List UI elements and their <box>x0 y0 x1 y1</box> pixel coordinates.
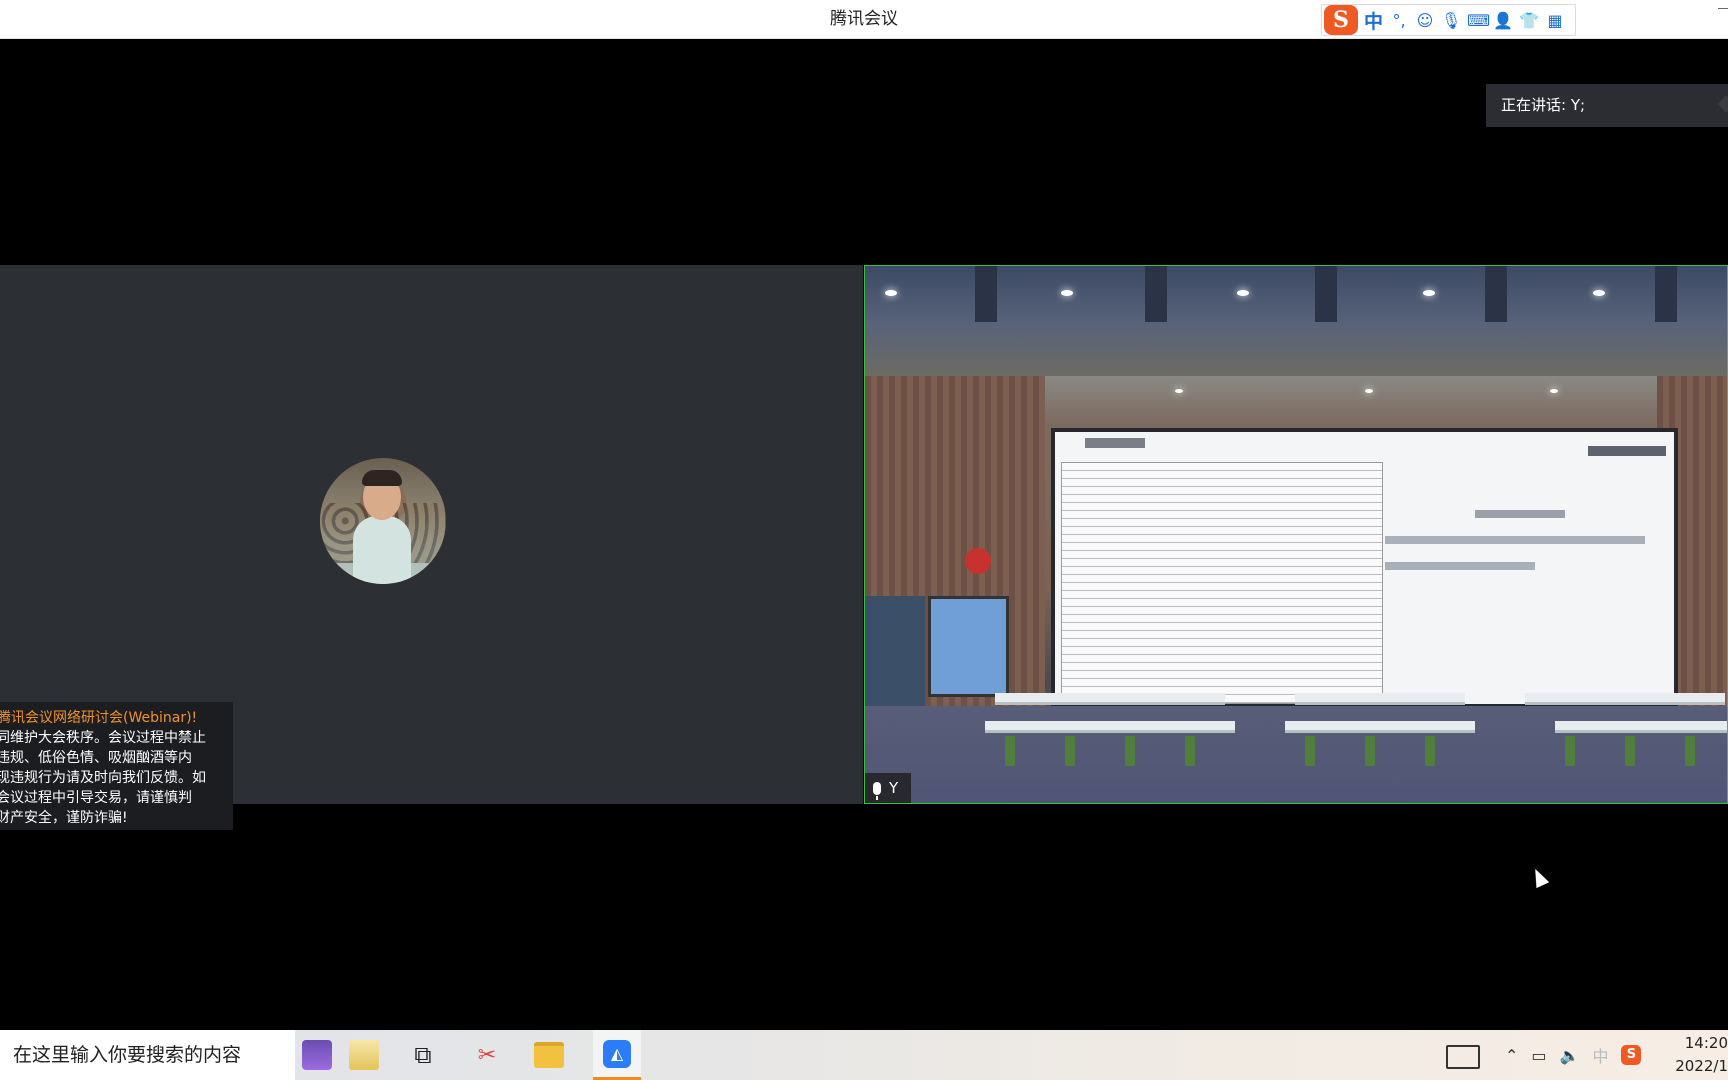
keyboard-icon[interactable]: ⌨ <box>1467 11 1490 30</box>
avatar-body <box>353 516 411 584</box>
file-explorer-icon[interactable] <box>532 1038 566 1072</box>
video-beam <box>1485 266 1507 322</box>
video-chair <box>1565 736 1575 766</box>
video-light <box>1423 290 1435 296</box>
video-chair <box>1185 736 1195 766</box>
folder-icon <box>534 1042 564 1068</box>
video-light <box>1550 389 1558 393</box>
video-slide-heading <box>1085 438 1145 448</box>
title-bar: 腾讯会议 S 中 °, ☺ 🎙 ⌨ 👤 👕 ▦ <box>0 0 1728 39</box>
video-slide-text <box>1385 536 1645 544</box>
video-light <box>1365 389 1373 393</box>
user-icon[interactable]: 👤 <box>1493 11 1513 30</box>
video-desk <box>1295 693 1465 705</box>
video-blue-board <box>865 596 925 716</box>
collapse-arrow-icon[interactable] <box>1717 95 1728 113</box>
mouse-cursor-icon <box>1528 865 1550 889</box>
clock-date: 2022/1 <box>1675 1057 1728 1075</box>
window-control-mark[interactable] <box>1718 8 1728 9</box>
notice-line: 财产安全，谨防诈骗! <box>0 810 128 826</box>
news-widget-icon[interactable] <box>1446 1045 1480 1069</box>
taskbar: 在这里输入你要搜索的内容 ⧉ ✂ ◭ ⌃ ▭ 🔈 中 S 14:20 2022/… <box>0 1030 1728 1080</box>
speaking-text: 正在讲话: Y; <box>1501 96 1586 114</box>
speaking-indicator: 正在讲话: Y; <box>1486 84 1728 127</box>
video-beam <box>1315 266 1337 322</box>
taskbar-search-input[interactable]: 在这里输入你要搜索的内容 <box>0 1030 295 1080</box>
meeting-notice: 腾讯会议网络研讨会(Webinar)! 同维护大会秩序。会议过程中禁止 违规、低… <box>0 702 233 830</box>
participant-name: Y <box>889 779 899 797</box>
video-beam <box>975 266 997 322</box>
emoji-icon[interactable]: ☺ <box>1415 11 1435 30</box>
video-editor-app-icon[interactable] <box>302 1040 332 1070</box>
notice-line: 现违规行为请及时向我们反馈。如 <box>0 770 206 786</box>
clock-time: 14:20 <box>1684 1034 1728 1052</box>
tencent-meeting-taskbar-button[interactable]: ◭ <box>593 1030 641 1080</box>
video-chair <box>1305 736 1315 766</box>
notice-line: 违规、低俗色情、吸烟酗酒等内 <box>0 750 192 766</box>
sogou-logo-icon[interactable]: S <box>1324 5 1358 35</box>
notice-title: 腾讯会议网络研讨会(Webinar)! <box>0 710 198 726</box>
video-slide-document <box>1061 462 1383 704</box>
video-chair <box>1685 736 1695 766</box>
video-light <box>1237 290 1249 296</box>
video-desk <box>985 721 1235 733</box>
participant-name-tag: Y <box>865 773 911 803</box>
video-desk <box>1285 721 1475 733</box>
ime-toolbar[interactable]: S 中 °, ☺ 🎙 ⌨ 👤 👕 ▦ <box>1321 4 1576 36</box>
microphone-icon[interactable]: 🎙 <box>1441 11 1461 30</box>
notes-app-icon[interactable] <box>349 1040 379 1070</box>
video-chair <box>1425 736 1435 766</box>
video-desk <box>1525 693 1725 705</box>
chevron-up-icon[interactable]: ⌃ <box>1505 1046 1518 1065</box>
video-chair <box>1125 736 1135 766</box>
video-chair <box>1365 736 1375 766</box>
video-chair <box>1065 736 1075 766</box>
video-chair <box>1625 736 1635 766</box>
task-view-icon[interactable]: ⧉ <box>406 1038 440 1072</box>
video-red-emblem <box>965 548 991 574</box>
shirt-icon[interactable]: 👕 <box>1519 11 1539 30</box>
battery-icon[interactable]: ▭ <box>1531 1046 1546 1065</box>
video-chair <box>1005 736 1015 766</box>
avatar <box>320 458 446 584</box>
snipping-tool-icon[interactable]: ✂ <box>470 1038 504 1072</box>
screen: 腾讯会议 S 中 °, ☺ 🎙 ⌨ 👤 👕 ▦ 正在讲话: Y; 腾讯会议网络研… <box>0 0 1728 1080</box>
video-beam <box>1655 266 1677 322</box>
microphone-icon <box>873 781 881 800</box>
tencent-meeting-icon: ◭ <box>603 1039 631 1068</box>
grid-icon[interactable]: ▦ <box>1545 11 1565 30</box>
avatar-hair <box>362 470 402 486</box>
video-beam <box>1145 266 1167 322</box>
video-desk <box>995 693 1225 705</box>
system-tray: ⌃ ▭ 🔈 中 S <box>1505 1030 1642 1080</box>
input-method-indicator[interactable]: 中 <box>1592 1043 1608 1067</box>
ime-mode-toggle[interactable]: 中 <box>1364 7 1383 34</box>
video-desk <box>1555 721 1727 733</box>
notice-line: 同维护大会秩序。会议过程中禁止 <box>0 730 206 746</box>
video-slide-text <box>1475 510 1565 518</box>
video-light <box>1175 389 1183 393</box>
video-monitor <box>928 596 1009 697</box>
participant-tile-right[interactable]: Y <box>864 265 1728 804</box>
video-projection-screen <box>1051 428 1678 708</box>
video-slide-tag <box>1588 446 1666 456</box>
video-light <box>1593 290 1605 296</box>
notice-line: 会议过程中引导交易，请谨慎判 <box>0 790 192 806</box>
sogou-tray-icon[interactable]: S <box>1621 1045 1642 1065</box>
video-light <box>1061 290 1073 296</box>
volume-icon[interactable]: 🔈 <box>1560 1046 1580 1065</box>
punctuation-toggle[interactable]: °, <box>1389 11 1409 30</box>
taskbar-clock[interactable]: 14:20 2022/1 <box>1668 1032 1728 1078</box>
video-light <box>885 290 897 296</box>
video-slide-text <box>1385 562 1535 570</box>
